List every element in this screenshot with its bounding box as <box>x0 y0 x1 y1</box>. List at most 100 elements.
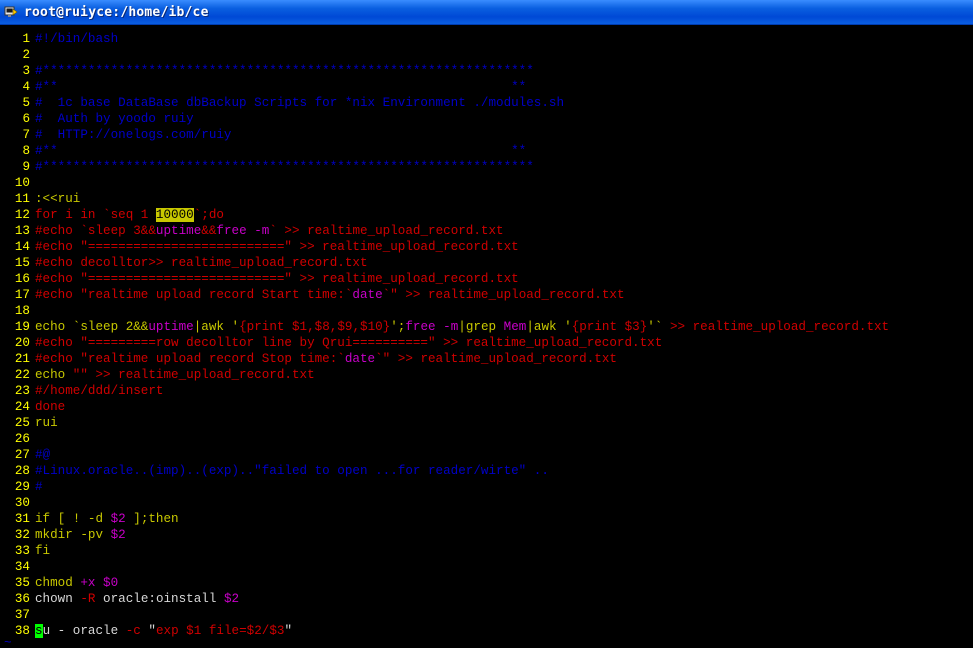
code-special: date <box>352 288 383 302</box>
empty-line-tilde: ~ <box>4 636 12 648</box>
code-line[interactable]: 2 <box>0 47 889 63</box>
code-special: $2 <box>223 592 240 606</box>
line-number: 33 <box>14 544 30 558</box>
code-string: #echo "==========================" >> re… <box>35 272 519 286</box>
line-number: 22 <box>14 368 30 382</box>
code-string: "" >> realtime_upload_record.txt <box>72 368 315 382</box>
code-line[interactable]: 16 #echo "==========================" >> … <box>0 271 889 287</box>
code-special: date <box>344 352 376 366</box>
code-comment: # Auth by yoodo ruiy <box>35 112 194 126</box>
code-line[interactable]: 19 echo `sleep 2&&uptime|awk '{print $1,$… <box>0 319 889 335</box>
code-keyword: chmod <box>35 576 81 590</box>
line-number: 17 <box>14 288 30 302</box>
code-line[interactable]: 4 #** ** <box>0 79 889 95</box>
code-line[interactable]: 30 <box>0 495 889 511</box>
line-number: 27 <box>14 448 30 462</box>
line-number: 21 <box>14 352 30 366</box>
code-keyword: '` <box>647 320 663 334</box>
code-string: {print $3} <box>571 320 648 334</box>
code-line[interactable]: 37 <box>0 607 889 623</box>
code-line[interactable]: 8 #** ** <box>0 143 889 159</box>
code-keyword: |awk ' <box>193 320 240 334</box>
code-line[interactable]: 36 chown -R oracle:oinstall $2 <box>0 591 889 607</box>
code-string: && <box>201 224 217 238</box>
line-number: 30 <box>14 496 30 510</box>
line-number: 31 <box>14 512 30 526</box>
line-number: 23 <box>14 384 30 398</box>
code-string: #echo decolltor>> realtime_upload_record… <box>35 256 368 270</box>
code-line[interactable]: 1 #!/bin/bash <box>0 31 889 47</box>
code-comment: # HTTP://onelogs.com/ruiy <box>35 128 232 142</box>
code-special: Mem <box>503 320 527 334</box>
window-titlebar[interactable]: root@ruiyce:/home/ib/ce <box>0 0 973 25</box>
line-number: 18 <box>14 304 30 318</box>
code-line[interactable]: 11 :<<rui <box>0 191 889 207</box>
line-number: 6 <box>22 112 30 126</box>
code-line[interactable]: 29 # <box>0 479 889 495</box>
line-number: 15 <box>14 256 30 270</box>
code-line[interactable]: 28 #Linux.oracle..(imp)..(exp).."failed t… <box>0 463 889 479</box>
code-keyword: '; <box>390 320 406 334</box>
code-line[interactable]: 24 done <box>0 399 889 415</box>
code-line[interactable]: 7 # HTTP://onelogs.com/ruiy <box>0 127 889 143</box>
code-string: {print $1,$8,$9,$10} <box>239 320 391 334</box>
line-number: 20 <box>14 336 30 350</box>
code-string: `" >> realtime_upload_record.txt <box>375 352 617 366</box>
code-line[interactable]: 14 #echo "==========================" >> … <box>0 239 889 255</box>
line-number: 35 <box>14 576 30 590</box>
line-number: 11 <box>14 192 30 206</box>
code-line[interactable]: 20 #echo "=========row decolltor line by … <box>0 335 889 351</box>
code-string: exp $1 file=$2/$3 <box>155 624 285 638</box>
code-special: free -m <box>216 224 270 238</box>
code-line[interactable]: 5 # 1c base DataBase dbBackup Scripts for… <box>0 95 889 111</box>
code-line[interactable]: 32 mkdir -pv $2 <box>0 527 889 543</box>
code-string: for i in `seq 1 <box>35 208 156 222</box>
code-line[interactable]: 12 for i in `seq 1 10000`;do <box>0 207 889 223</box>
code-keyword: ];then <box>125 512 179 526</box>
terminal-app-icon[interactable] <box>4 5 18 19</box>
line-number: 25 <box>14 416 30 430</box>
code-line[interactable]: 34 <box>0 559 889 575</box>
code-comment: # 1c base DataBase dbBackup Scripts for … <box>35 96 565 110</box>
code-line[interactable]: 31 if [ ! -d $2 ];then <box>0 511 889 527</box>
line-number: 9 <box>22 160 30 174</box>
code-line[interactable]: 23 #/home/ddd/insert <box>0 383 889 399</box>
line-number: 7 <box>22 128 30 142</box>
code-line[interactable]: 26 <box>0 431 889 447</box>
code-line[interactable]: 25 rui <box>0 415 889 431</box>
code-keyword: |grep <box>458 320 504 334</box>
line-number: 37 <box>14 608 30 622</box>
code-line[interactable]: 35 chmod +x $0 <box>0 575 889 591</box>
line-number: 13 <box>14 224 30 238</box>
code-line[interactable]: 27 #@ <box>0 447 889 463</box>
line-number: 34 <box>14 560 30 574</box>
line-number: 8 <box>22 144 30 158</box>
line-number: 2 <box>22 48 30 62</box>
code-string: #echo "realtime upload record Start time… <box>35 288 353 302</box>
code-line[interactable]: 3 #**************************************… <box>0 63 889 79</box>
terminal-viewport[interactable]: 1 #!/bin/bash 2 3 #*************************… <box>0 25 973 648</box>
editor-buffer[interactable]: 1 #!/bin/bash 2 3 #*************************… <box>0 31 889 639</box>
code-line[interactable]: 10 <box>0 175 889 191</box>
code-line[interactable]: 6 # Auth by yoodo ruiy <box>0 111 889 127</box>
code-line[interactable]: 38 su - oracle -c "exp $1 file=$2/$3" <box>0 623 889 639</box>
code-special: free -m <box>405 320 459 334</box>
code-keyword: :<<rui <box>35 192 81 206</box>
code-line[interactable]: 21 #echo "realtime upload record Stop tim… <box>0 351 889 367</box>
code-keyword: if [ ! -d <box>35 512 111 526</box>
code-keyword: |awk ' <box>526 320 572 334</box>
code-line[interactable]: 18 <box>0 303 889 319</box>
code-string: #echo "realtime upload record Stop time:… <box>35 352 345 366</box>
code-text: u - oracle <box>42 624 126 638</box>
code-line[interactable]: 17 #echo "realtime upload record Start ti… <box>0 287 889 303</box>
code-line[interactable]: 33 fi <box>0 543 889 559</box>
line-number: 3 <box>22 64 30 78</box>
code-line[interactable]: 15 #echo decolltor>> realtime_upload_reco… <box>0 255 889 271</box>
code-string: -c <box>125 624 141 638</box>
code-keyword: echo <box>35 368 73 382</box>
code-line[interactable]: 13 #echo `sleep 3&&uptime&&free -m` >> re… <box>0 223 889 239</box>
code-line[interactable]: 9 #**************************************… <box>0 159 889 175</box>
code-keyword: echo `sleep 2&& <box>35 320 149 334</box>
code-line[interactable]: 22 echo "" >> realtime_upload_record.txt <box>0 367 889 383</box>
code-special: +x $0 <box>80 576 119 590</box>
